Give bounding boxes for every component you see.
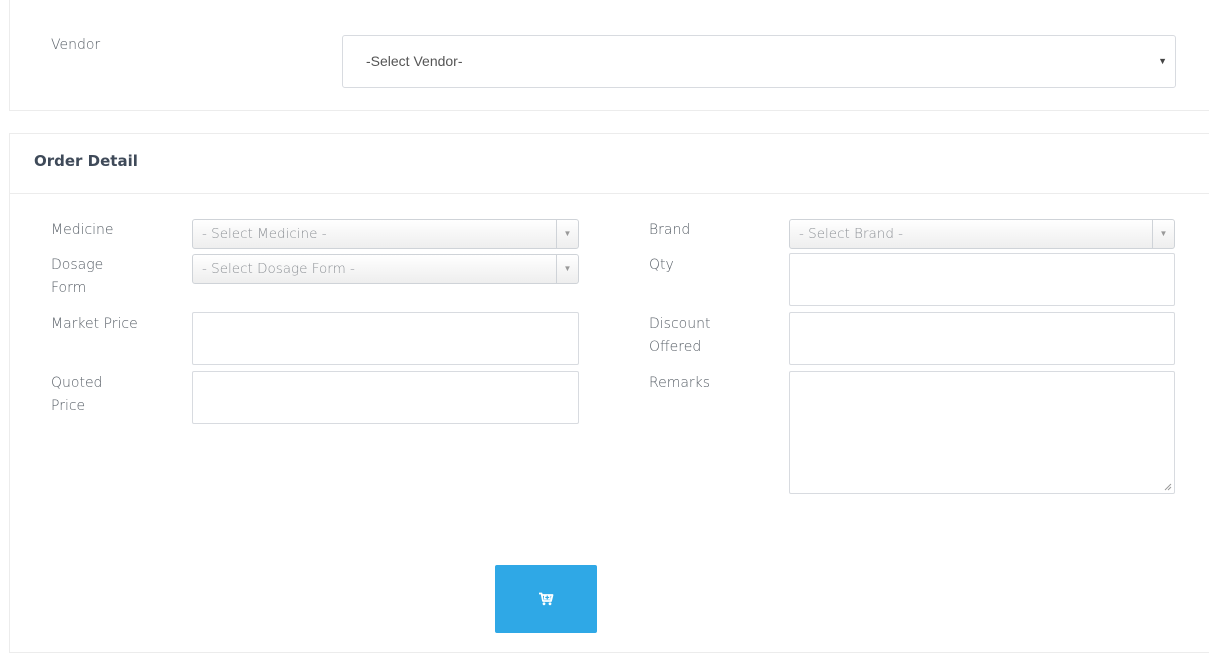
discount-offered-label: Discount Offered <box>649 313 710 359</box>
qty-input[interactable] <box>789 253 1175 306</box>
resize-handle-icon[interactable] <box>1164 483 1172 491</box>
medicine-select-value: - Select Medicine - <box>202 226 327 242</box>
chevron-down-icon: ▼ <box>556 220 578 248</box>
discount-offered-label-line1: Discount <box>649 316 711 332</box>
quoted-price-label: Quoted Price <box>51 372 102 418</box>
discount-offered-label-line2: Offered <box>649 339 702 355</box>
medicine-select[interactable]: - Select Medicine - ▼ <box>192 219 579 249</box>
order-detail-title: Order Detail <box>34 152 138 170</box>
quoted-price-label-line1: Quoted <box>51 375 103 391</box>
dosage-form-label: Dosage Form <box>51 254 103 300</box>
dosage-form-label-line2: Form <box>51 280 87 296</box>
dosage-form-label-line1: Dosage <box>51 257 104 273</box>
brand-label: Brand <box>649 222 691 238</box>
brand-select[interactable]: - Select Brand - ▼ <box>789 219 1175 249</box>
order-detail-panel: Order Detail Medicine - Select Medicine … <box>9 133 1209 653</box>
vendor-select-value: -Select Vendor- <box>366 53 463 69</box>
qty-label: Qty <box>649 257 674 273</box>
remarks-label: Remarks <box>649 375 711 391</box>
vendor-panel: Vendor -Select Vendor- ▼ <box>9 0 1209 111</box>
dosage-form-select[interactable]: - Select Dosage Form - ▼ <box>192 254 579 284</box>
order-detail-header: Order Detail <box>10 134 1209 194</box>
dropdown-caret-icon: ▼ <box>1158 56 1167 66</box>
chevron-down-icon: ▼ <box>1152 220 1174 248</box>
quoted-price-input[interactable] <box>192 371 579 424</box>
remarks-textarea[interactable] <box>789 371 1175 494</box>
market-price-label: Market Price <box>51 316 138 332</box>
chevron-down-icon: ▼ <box>556 255 578 283</box>
quoted-price-label-line2: Price <box>51 398 86 414</box>
dosage-form-select-value: - Select Dosage Form - <box>202 261 355 277</box>
market-price-input[interactable] <box>192 312 579 365</box>
cart-plus-icon <box>539 592 554 606</box>
discount-offered-input[interactable] <box>789 312 1175 365</box>
vendor-select[interactable]: -Select Vendor- ▼ <box>342 35 1176 88</box>
brand-select-value: - Select Brand - <box>799 226 904 242</box>
add-to-cart-button[interactable] <box>495 565 597 633</box>
medicine-label: Medicine <box>51 222 114 238</box>
vendor-label: Vendor <box>51 37 101 53</box>
